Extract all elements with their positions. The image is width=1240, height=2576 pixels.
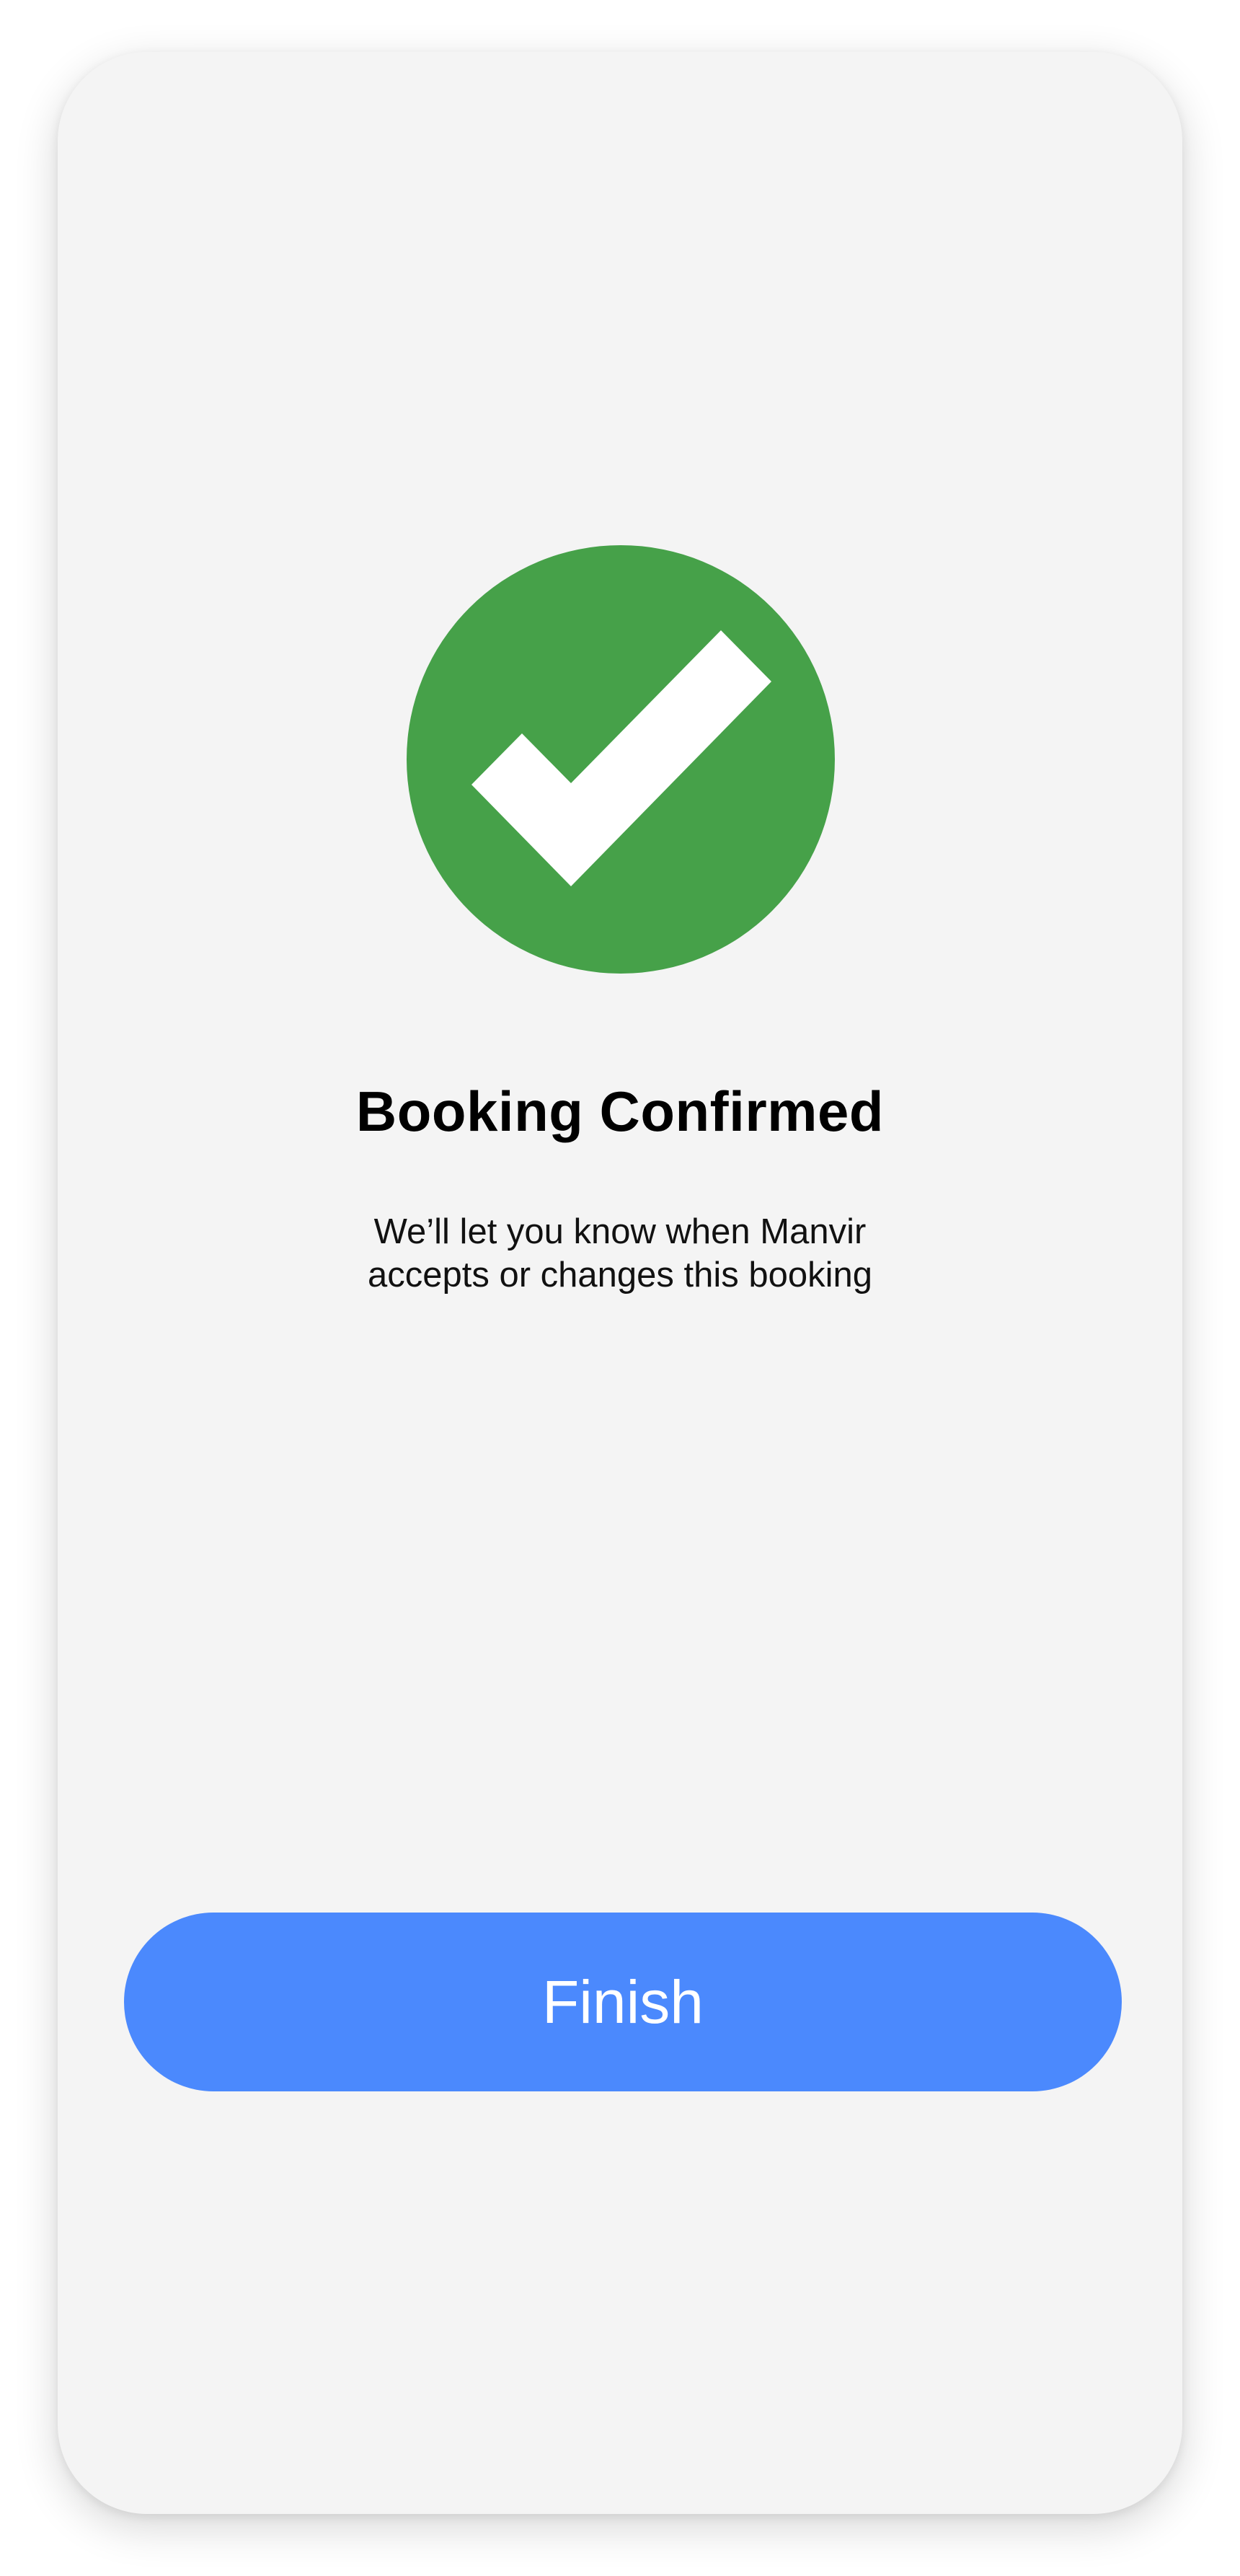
confirmation-title: Booking Confirmed: [355, 1080, 885, 1143]
phone-frame: Booking Confirmed We’ll let you know whe…: [58, 52, 1182, 2514]
confirmation-message: We’ll let you know when Manvir accepts o…: [367, 1212, 873, 1294]
finish-button[interactable]: Finish: [124, 1913, 1122, 2091]
finish-button-label: Finish: [541, 1967, 704, 2036]
check-circle-icon: [407, 545, 835, 974]
